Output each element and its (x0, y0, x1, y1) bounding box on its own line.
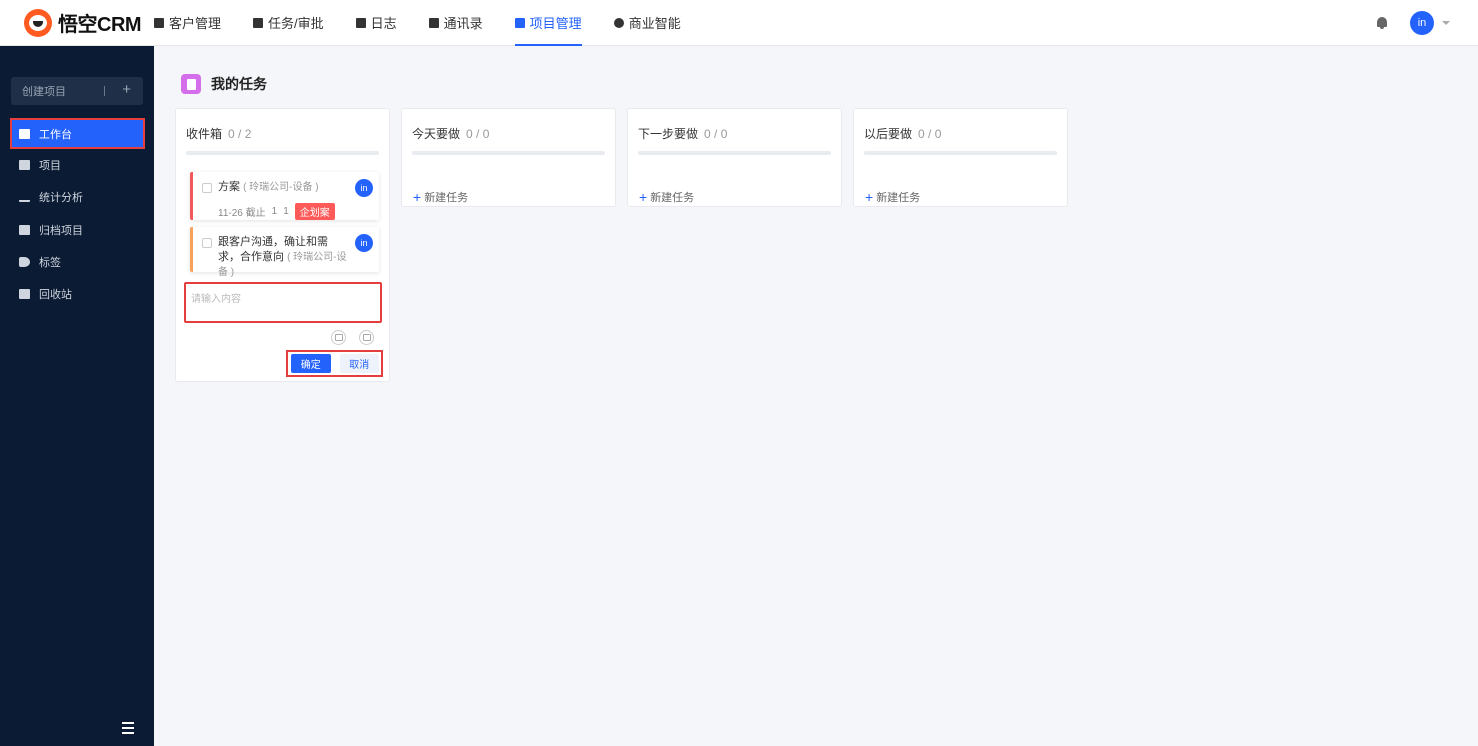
sidebar-item-workbench[interactable]: 工作台 (10, 118, 145, 149)
nav-item-contacts[interactable]: 通讯录 (428, 0, 483, 46)
plus-icon: + (639, 189, 648, 205)
column-inbox: 收件箱 0 / 2 方案 ( 玲瑞公司-设备 ) 11-26 截止 1 1 企划案… (175, 108, 390, 382)
assignee-avatar[interactable]: in (355, 179, 373, 197)
subtask-count: 1 (271, 206, 278, 217)
column-header: 下一步要做 0 / 0 (638, 127, 728, 141)
plus-icon: + (413, 189, 422, 205)
nav-item-projects[interactable]: 项目管理 (514, 0, 582, 46)
list-icon (514, 17, 525, 28)
sidebar-item-projects[interactable]: 项目 (11, 150, 144, 179)
new-task-button[interactable]: + 新建任务 (413, 189, 615, 205)
user-avatar[interactable]: in (1410, 10, 1434, 35)
task-card[interactable]: 跟客户沟通，确让和需求，合作意向 ( 玲瑞公司-设备 ) in (190, 227, 379, 278)
new-task-button[interactable]: + 新建任务 (865, 189, 1067, 205)
progress-bar (638, 151, 831, 155)
monkey-logo-icon (24, 8, 52, 37)
task-meta: 11-26 截止 1 1 企划案 (218, 203, 335, 220)
sidebar-item-archive[interactable]: 归档项目 (11, 215, 144, 244)
cancel-button[interactable]: 取消 (339, 354, 379, 373)
task-tag: 企划案 (294, 203, 335, 220)
nav-item-logs[interactable]: 日志 (355, 0, 397, 46)
task-title: 方案 ( 玲瑞公司-设备 ) (218, 181, 319, 193)
task-checkbox[interactable] (202, 183, 212, 193)
progress-bar (186, 151, 379, 155)
user-icon[interactable] (359, 330, 374, 345)
page-header: 我的任务 (181, 74, 267, 94)
sidebar-item-tags[interactable]: 标签 (11, 247, 144, 276)
main-nav: 客户管理 任务/审批 日志 通讯录 项目管理 商业智能 (154, 0, 713, 46)
collapse-menu-icon[interactable] (122, 722, 140, 736)
divider (104, 86, 105, 96)
column-header: 收件箱 0 / 2 (186, 127, 252, 141)
contacts-icon (428, 17, 439, 28)
task-title: 跟客户沟通，确让和需求，合作意向 ( 玲瑞公司-设备 ) (218, 236, 347, 278)
shield-icon (613, 17, 624, 28)
attachment-count: 1 (283, 206, 289, 217)
plus-icon: + (865, 189, 874, 205)
top-right-tools: in (1376, 10, 1478, 35)
column-header: 以后要做 0 / 0 (864, 127, 942, 141)
due-date: 11-26 截止 (218, 208, 266, 219)
top-navbar: 悟空CRM 客户管理 任务/审批 日志 通讯录 项目管理 商业智能 in (0, 0, 1478, 46)
new-task-button[interactable]: + 新建任务 (639, 189, 841, 205)
task-checkbox[interactable] (202, 238, 212, 248)
archive-icon (19, 224, 30, 235)
chevron-down-icon[interactable] (1442, 20, 1450, 25)
monitor-icon (19, 128, 30, 139)
priority-band (190, 227, 193, 272)
clipboard-icon (181, 74, 201, 94)
column-later: 以后要做 0 / 0 + 新建任务 (853, 108, 1068, 207)
task-card[interactable]: 方案 ( 玲瑞公司-设备 ) 11-26 截止 1 1 企划案 in (190, 172, 379, 220)
building-icon (154, 17, 164, 28)
progress-bar (412, 151, 605, 155)
new-task-input-box[interactable] (184, 282, 382, 323)
column-header: 今天要做 0 / 0 (412, 127, 490, 141)
nav-item-customers[interactable]: 客户管理 (154, 0, 221, 46)
app-logo[interactable]: 悟空CRM (0, 8, 154, 37)
nav-item-tasks[interactable]: 任务/审批 (253, 0, 324, 46)
progress-bar (864, 151, 1057, 155)
sidebar: 创建项目 + 工作台 项目 统计分析 归档项目 标签 回收站 (0, 46, 154, 746)
plus-icon: + (122, 81, 131, 98)
app-name: 悟空CRM (58, 14, 142, 36)
form-actions: 确定 取消 (286, 350, 383, 377)
calendar-icon[interactable] (331, 330, 346, 345)
confirm-button[interactable]: 确定 (291, 354, 331, 373)
nav-item-bi[interactable]: 商业智能 (613, 0, 681, 46)
page-title: 我的任务 (211, 76, 267, 92)
column-today: 今天要做 0 / 0 + 新建任务 (401, 108, 616, 207)
document-icon (355, 17, 366, 28)
list-icon (19, 159, 30, 170)
briefcase-icon (253, 17, 264, 28)
trash-icon (19, 288, 30, 299)
priority-band (190, 172, 193, 220)
bell-icon[interactable] (1376, 16, 1388, 29)
new-task-input[interactable] (186, 284, 380, 321)
bar-chart-icon (19, 192, 30, 202)
sidebar-item-recycle[interactable]: 回收站 (11, 279, 144, 308)
sidebar-item-statistics[interactable]: 统计分析 (11, 182, 144, 211)
column-next: 下一步要做 0 / 0 + 新建任务 (627, 108, 842, 207)
assignee-avatar[interactable]: in (355, 234, 373, 252)
create-project-button[interactable]: 创建项目 + (11, 77, 143, 105)
tag-icon (19, 256, 30, 267)
